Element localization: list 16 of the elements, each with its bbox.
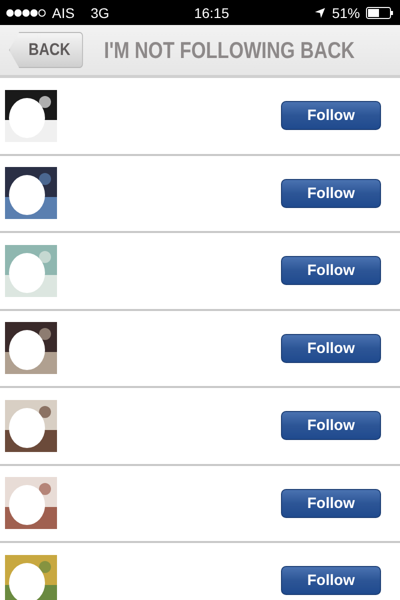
follow-button[interactable]: Follow	[281, 256, 381, 286]
follow-button[interactable]: Follow	[281, 334, 381, 363]
signal-icon	[6, 8, 46, 16]
follow-button[interactable]: Follow	[281, 101, 381, 130]
carrier-text: AIS	[52, 4, 75, 20]
location-icon	[314, 6, 326, 18]
time-text: 16:15	[194, 4, 230, 20]
back-button[interactable]: BACK	[9, 32, 84, 68]
screen-title: I'M NOT FOLLOWING BACK	[104, 36, 355, 64]
follow-button[interactable]: Follow	[281, 178, 381, 208]
follow-button[interactable]: Follow	[281, 488, 381, 518]
follow-button[interactable]: Follow	[281, 566, 381, 596]
battery-icon	[366, 6, 394, 18]
follow-button[interactable]: Follow	[281, 411, 381, 440]
network-text: 3G	[90, 4, 110, 20]
battery-text: 51%	[332, 4, 360, 20]
